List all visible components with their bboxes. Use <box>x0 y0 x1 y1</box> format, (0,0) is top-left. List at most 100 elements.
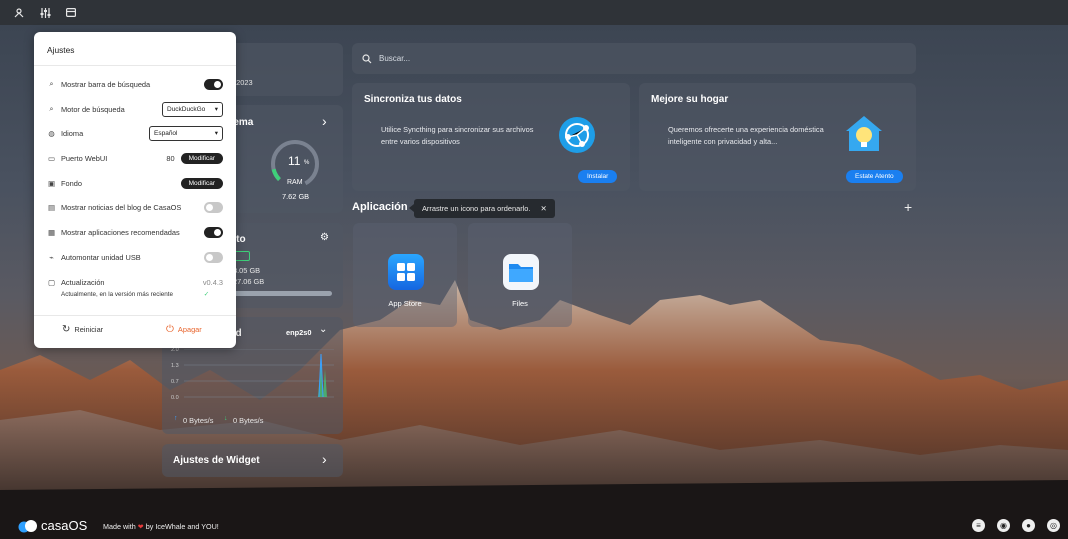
image-icon: ▣ <box>48 178 55 188</box>
add-app-button[interactable]: + <box>904 199 912 215</box>
reboot-label: Reiniciar <box>74 325 104 334</box>
row-label: Idioma <box>61 128 84 138</box>
select-value: DuckDuckGo <box>167 105 206 113</box>
power-icon: ⏻ <box>166 324 174 335</box>
settings-row-background: ▣ Fondo Modificar <box>47 174 223 192</box>
sliders-icon[interactable] <box>39 7 51 19</box>
app-label: App Store <box>388 299 422 308</box>
chevron-right-icon[interactable]: › <box>322 113 327 129</box>
net-tick: 0.0 <box>171 395 179 401</box>
search-bar[interactable]: Buscar... <box>352 43 916 74</box>
check-icon: ✓ <box>203 291 209 298</box>
gear-icon[interactable]: ⚙ <box>320 232 329 243</box>
ram-value: 7.62 GB <box>282 192 310 201</box>
drag-tooltip: Arrastre un icono para ordenarlo. ✕ <box>409 199 555 218</box>
search-engine-select[interactable]: DuckDuckGo ▾ <box>162 101 223 117</box>
app-store-icon <box>388 254 424 290</box>
language-select[interactable]: Español ▾ <box>149 125 223 141</box>
syncthing-icon <box>559 117 595 153</box>
settings-title: Ajustes <box>47 45 75 55</box>
network-chart <box>184 349 334 398</box>
app-tile-app-store[interactable]: App Store <box>353 223 457 327</box>
row-label: Mostrar barra de búsqueda <box>61 79 151 89</box>
chevron-down-icon: ▾ <box>214 106 218 113</box>
shutdown-button[interactable]: ⏻ Apagar <box>166 324 202 335</box>
settings-row-language: ◍ Idioma Español ▾ <box>47 124 223 142</box>
search-icon <box>362 53 372 63</box>
promo-title: Mejore su hogar <box>651 94 729 105</box>
promo-desc: Utilice Syncthing para sincronizar sus a… <box>381 125 534 146</box>
network-up: 0 Bytes/s <box>183 416 214 425</box>
arrow-down-icon: ↓ <box>224 415 228 422</box>
files-icon <box>503 254 539 290</box>
ram-label: RAM <box>287 179 303 186</box>
port-value: 80 <box>166 153 175 163</box>
shutdown-label: Apagar <box>177 325 202 334</box>
row-label: Motor de búsqueda <box>61 104 125 114</box>
close-icon[interactable]: ✕ <box>540 199 546 218</box>
cpu-percent: 11 <box>288 154 301 168</box>
promo-card-home[interactable]: Mejore su hogar Queremos ofrecerte una e… <box>639 83 916 191</box>
tooltip-text: Arrastre un icono para ordenarlo. <box>422 204 531 213</box>
widget-settings-card[interactable]: Ajustes de Widget › <box>162 444 343 477</box>
chat-icon[interactable]: ◎ <box>1047 519 1060 532</box>
row-label: Mostrar noticias del blog de CasaOS <box>61 202 182 212</box>
install-button[interactable]: Instalar <box>578 170 618 183</box>
smart-home-icon <box>846 116 882 151</box>
discord-icon[interactable]: ◉ <box>997 519 1010 532</box>
divider <box>34 315 236 316</box>
promo-card-sync[interactable]: Sincroniza tus datos Utilice Syncthing p… <box>352 83 630 191</box>
settings-row-recommended-apps: ▦ Mostrar aplicaciones recomendadas <box>47 223 223 241</box>
row-label: Mostrar aplicaciones recomendadas <box>61 227 180 237</box>
monitor-icon: ▭ <box>48 153 55 163</box>
storage-total: 27.06 GB <box>233 277 265 286</box>
search-icon: ⌕ <box>49 104 54 113</box>
app-label: Files <box>512 299 528 308</box>
storage-bar <box>230 291 332 296</box>
usb-automount-toggle[interactable] <box>204 251 223 263</box>
search-input[interactable]: Buscar... <box>379 54 410 63</box>
chevron-down-icon[interactable]: ⌄ <box>319 324 327 335</box>
reboot-button[interactable]: ↻ Reiniciar <box>62 324 103 335</box>
footer-social-icons: ≡ ◉ ● ◎ <box>972 519 1060 532</box>
settings-row-blog-news: ▤ Mostrar noticias del blog de CasaOS <box>47 198 223 216</box>
cpu-percent-sign: % <box>304 160 310 166</box>
news-icon: ▤ <box>48 202 55 212</box>
network-down: 0 Bytes/s <box>233 416 264 425</box>
apps-section-title: Aplicación <box>352 201 408 213</box>
globe-icon: ◍ <box>48 128 55 138</box>
forum-icon[interactable]: ≡ <box>972 519 985 532</box>
casaos-logo-icon <box>18 519 37 532</box>
settings-row-usb-automount: ⌁ Automontar unidad USB <box>47 248 223 266</box>
select-value: Español <box>154 129 178 137</box>
usb-icon: ⌁ <box>49 252 54 262</box>
arrow-up-icon: ↑ <box>174 415 178 422</box>
blog-news-toggle[interactable] <box>204 201 223 213</box>
app-tile-files[interactable]: Files <box>468 223 572 327</box>
modify-background-button[interactable]: Modificar <box>180 177 223 189</box>
network-interface[interactable]: enp2s0 <box>286 328 311 337</box>
stay-tuned-button[interactable]: Estate Atento <box>846 170 903 183</box>
top-bar <box>0 0 1068 25</box>
modify-port-button[interactable]: Modificar <box>180 152 223 164</box>
settings-row-update: ▢ Actualización v0.4.3 <box>47 273 223 291</box>
update-status-text: Actualmente, en la versión más reciente <box>61 291 174 298</box>
divider <box>34 65 236 66</box>
settings-panel: Ajustes ⌕ Mostrar barra de búsqueda ⌕ Mo… <box>34 32 236 348</box>
storage-used: 8.05 GB <box>233 266 261 275</box>
settings-row-search-engine: ⌕ Motor de búsqueda DuckDuckGo ▾ <box>47 100 223 118</box>
casaos-logo[interactable]: casaOS <box>18 518 87 533</box>
chevron-right-icon[interactable]: › <box>322 451 327 467</box>
search-bar-toggle[interactable] <box>204 78 223 90</box>
settings-row-search-bar: ⌕ Mostrar barra de búsqueda <box>47 75 223 93</box>
row-label: Automontar unidad USB <box>61 252 141 262</box>
footer: casaOS Made with ❤ by IceWhale and YOU! … <box>0 513 1068 539</box>
recommended-apps-toggle[interactable] <box>204 226 223 238</box>
widget-icon[interactable] <box>65 7 77 19</box>
logo-text: casaOS <box>41 518 88 533</box>
search-bar-icon: ⌕ <box>49 79 54 88</box>
user-settings-icon[interactable] <box>13 7 25 19</box>
github-icon[interactable]: ● <box>1022 519 1035 532</box>
settings-row-webui-port: ▭ Puerto WebUI 80 Modificar <box>47 149 223 167</box>
made-suffix: by IceWhale and YOU! <box>145 522 219 531</box>
